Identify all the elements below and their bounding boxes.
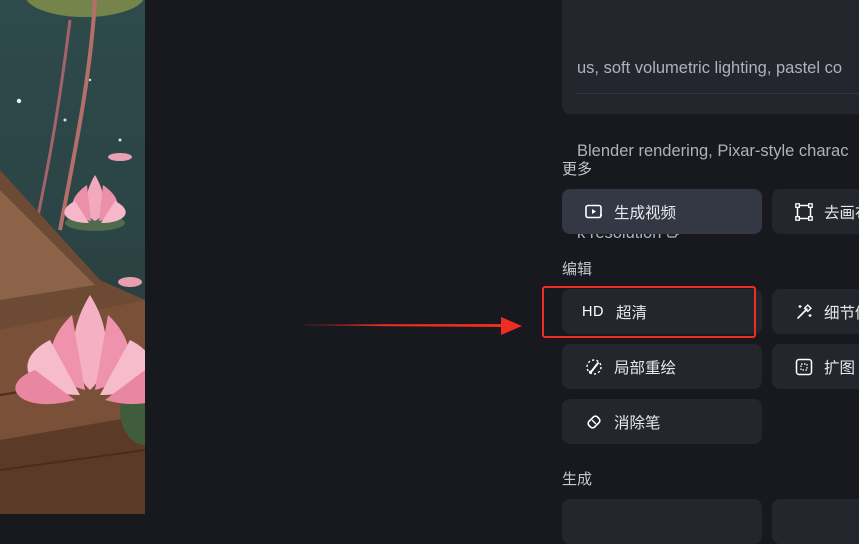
eraser-label: 消除笔	[614, 414, 661, 432]
detail-repair-label: 细节修	[824, 304, 859, 322]
eraser-button[interactable]: 消除笔	[562, 399, 762, 444]
generate-option-button[interactable]	[562, 499, 762, 544]
inpaint-label: 局部重绘	[614, 359, 677, 377]
annotation-arrow-icon	[305, 317, 522, 335]
generate-video-button[interactable]: 生成视频	[562, 189, 762, 234]
prompt-line: us, soft volumetric lighting, pastel co	[577, 59, 843, 77]
expand-image-button[interactable]: 扩图	[772, 344, 859, 389]
annotation-highlight-box	[542, 286, 756, 338]
video-play-icon	[584, 202, 604, 222]
divider	[577, 93, 859, 94]
expand-image-label: 扩图	[824, 359, 856, 377]
inpaint-button[interactable]: 局部重绘	[562, 344, 762, 389]
section-label-more: 更多	[562, 161, 593, 178]
remove-background-button[interactable]: 去画布	[772, 189, 859, 234]
generated-image-preview[interactable]	[0, 0, 145, 514]
prompt-line: Blender rendering, Pixar-style charac	[577, 141, 849, 160]
detail-repair-button[interactable]: 细节修	[772, 289, 859, 334]
brush-icon	[584, 357, 604, 377]
magic-wand-icon	[794, 302, 814, 322]
crop-frame-icon	[794, 202, 814, 222]
generate-option-button[interactable]	[772, 499, 859, 544]
section-label-generate: 生成	[562, 471, 593, 488]
expand-frame-icon	[794, 357, 814, 377]
remove-background-label: 去画布	[824, 204, 859, 222]
eraser-icon	[584, 412, 604, 432]
generate-video-label: 生成视频	[614, 204, 677, 222]
section-label-edit: 编辑	[562, 261, 593, 278]
lotus-artwork	[0, 0, 145, 514]
